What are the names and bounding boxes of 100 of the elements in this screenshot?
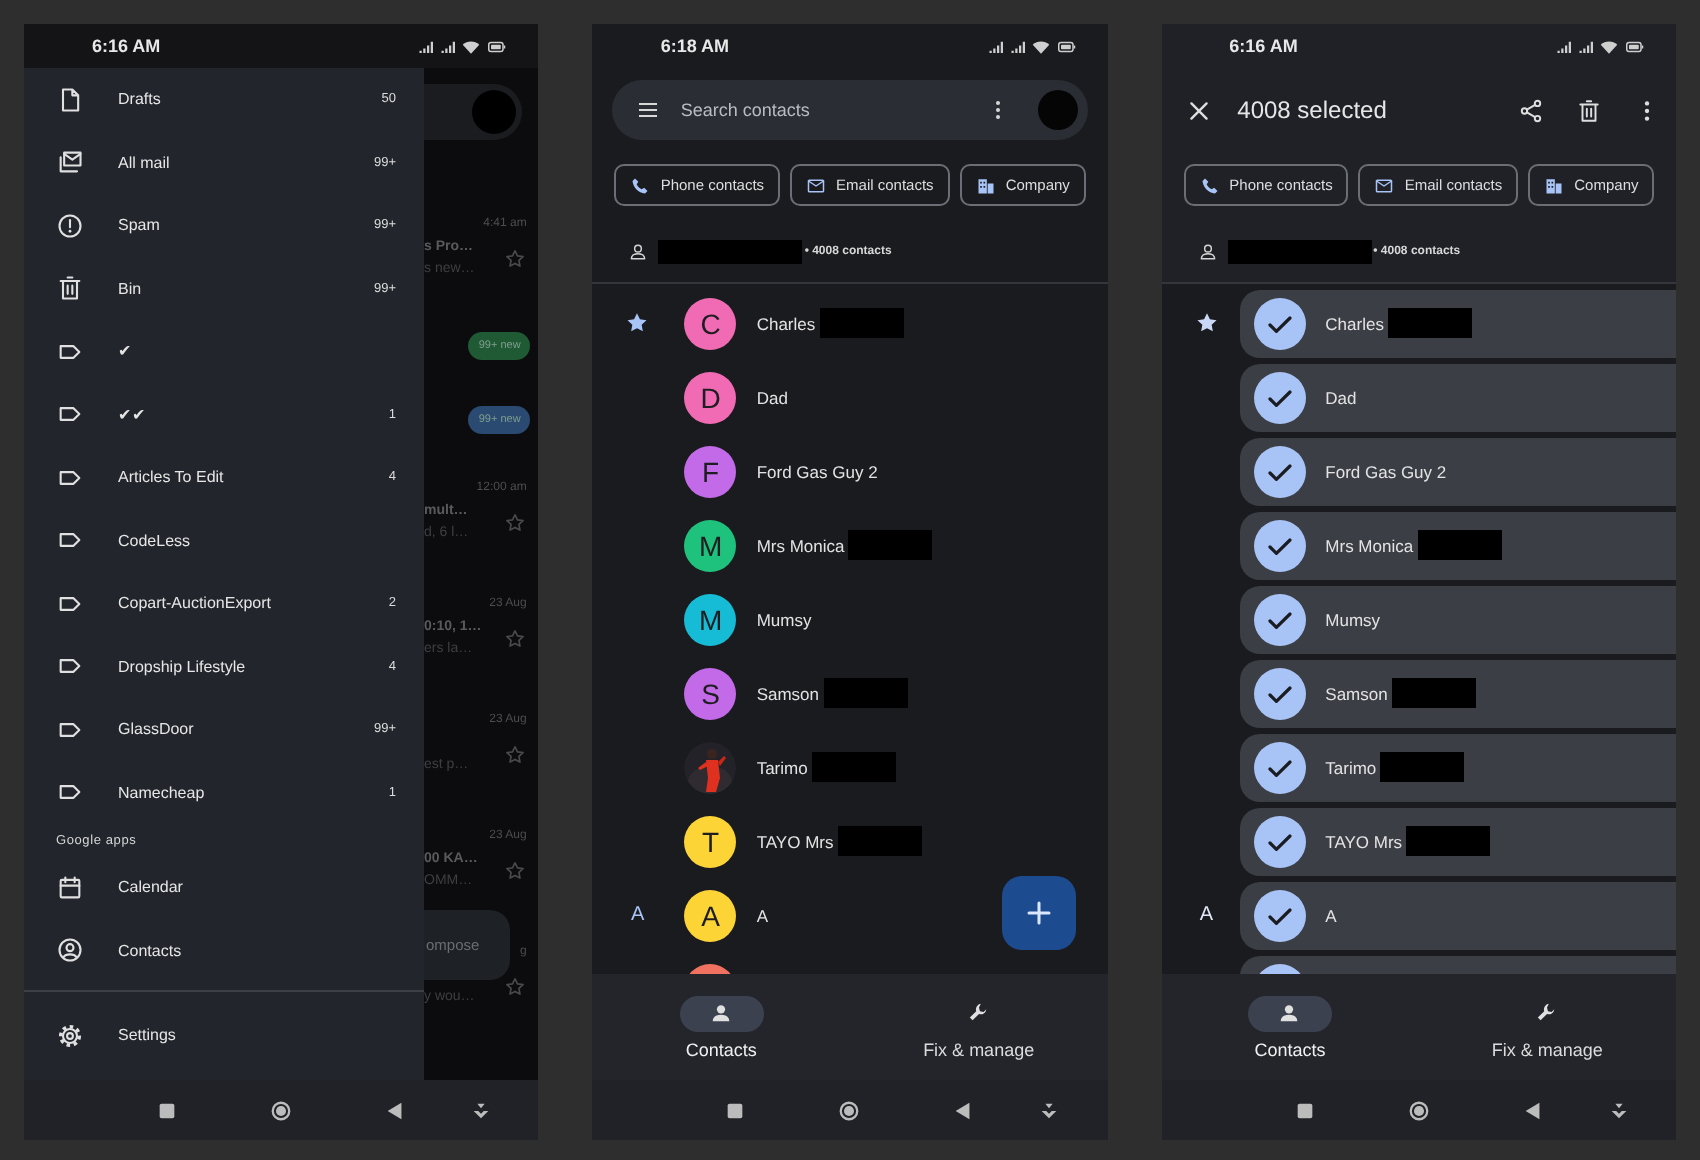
battery-icon bbox=[1621, 37, 1648, 55]
building-icon bbox=[1544, 175, 1565, 195]
contact-row[interactable]: Dad bbox=[1239, 363, 1676, 431]
contact-row[interactable]: Mumsy bbox=[1239, 585, 1676, 653]
contact-name: Mumsy bbox=[1325, 609, 1381, 629]
wifi-icon bbox=[1031, 37, 1050, 55]
contact-row[interactable]: TAYO Mrs bbox=[1239, 807, 1676, 875]
home-button-icon[interactable] bbox=[1407, 1099, 1430, 1121]
drawer-item-label: Spam bbox=[118, 216, 160, 235]
plus-icon bbox=[1024, 898, 1055, 928]
star-icon[interactable] bbox=[504, 511, 527, 533]
contact-row[interactable]: Mrs Monica bbox=[1239, 511, 1676, 579]
drawer-item-label: ✔ bbox=[118, 342, 132, 361]
clock-time: 6:16 AM bbox=[1229, 36, 1298, 56]
down-arrow-icon[interactable] bbox=[1038, 1099, 1061, 1121]
phone-icon bbox=[1199, 175, 1220, 195]
signal-icon bbox=[1009, 37, 1028, 55]
letter-avatar: M bbox=[684, 519, 737, 571]
star-icon[interactable] bbox=[504, 627, 527, 649]
home-button-icon[interactable] bbox=[270, 1099, 292, 1121]
drawer-item-label: Settings bbox=[118, 1026, 176, 1045]
recents-button-icon[interactable] bbox=[724, 1099, 747, 1121]
back-button-icon[interactable] bbox=[1521, 1099, 1544, 1121]
letter-avatar: T bbox=[684, 815, 737, 867]
contact-row[interactable]: Samson bbox=[1239, 659, 1676, 727]
contact-row[interactable]: Ford Gas Guy 2 bbox=[1239, 437, 1676, 505]
close-icon[interactable] bbox=[1185, 97, 1212, 123]
nav-tab[interactable]: Fix & manage bbox=[1418, 974, 1676, 1080]
drawer-item-label: Dropship Lifestyle bbox=[118, 657, 246, 676]
drawer-item-label: Namecheap bbox=[118, 783, 205, 802]
signal-icon bbox=[1555, 37, 1574, 55]
warning-icon bbox=[56, 211, 84, 240]
person-icon bbox=[1197, 241, 1218, 261]
contact-name: Dad bbox=[756, 387, 788, 407]
letter-avatar: M bbox=[684, 593, 737, 645]
drawer-item-label: Articles To Edit bbox=[118, 468, 224, 487]
down-arrow-icon[interactable] bbox=[1607, 1099, 1630, 1121]
contact-name: Mumsy bbox=[756, 609, 812, 629]
star-icon[interactable] bbox=[504, 247, 527, 269]
signal-icon bbox=[987, 37, 1006, 55]
letter-avatar: S bbox=[684, 667, 737, 719]
drawer-item-label: CodeLess bbox=[118, 531, 191, 550]
contact-row[interactable]: A bbox=[1239, 881, 1676, 949]
back-button-icon[interactable] bbox=[952, 1099, 975, 1121]
contact-name: A bbox=[1325, 905, 1337, 925]
drawer-item-label: Contacts bbox=[118, 941, 182, 960]
person-icon bbox=[628, 241, 649, 261]
star-icon[interactable] bbox=[504, 743, 527, 765]
drawer-item[interactable]: Calendar bbox=[24, 856, 424, 919]
drawer-item[interactable]: CodeLess bbox=[24, 509, 424, 572]
recents-button-icon[interactable] bbox=[156, 1099, 178, 1121]
wifi-icon bbox=[462, 37, 481, 55]
letter-avatar: A bbox=[684, 889, 737, 941]
calendar-icon bbox=[56, 873, 84, 902]
contact-row[interactable]: Charles bbox=[1239, 289, 1676, 357]
person-icon bbox=[710, 1002, 733, 1024]
wrench-icon bbox=[967, 1002, 990, 1024]
search-field[interactable]: Search contacts bbox=[612, 80, 1088, 140]
trash-icon[interactable] bbox=[1575, 97, 1602, 123]
nav-tab[interactable]: Contacts bbox=[1161, 974, 1419, 1080]
drawer-item[interactable]: Settings bbox=[24, 1004, 424, 1067]
signal-icon bbox=[418, 37, 437, 55]
star-icon[interactable] bbox=[504, 975, 527, 997]
person-circle-icon bbox=[56, 936, 84, 965]
signal-icon bbox=[1577, 37, 1596, 55]
back-button-icon[interactable] bbox=[384, 1099, 406, 1121]
recents-button-icon[interactable] bbox=[1293, 1099, 1316, 1121]
nav-tab[interactable]: Contacts bbox=[592, 974, 850, 1080]
signal-icon bbox=[440, 37, 459, 55]
nav-tab[interactable]: Fix & manage bbox=[850, 974, 1108, 1080]
down-arrow-icon[interactable] bbox=[470, 1099, 492, 1121]
drawer-item-label: ✔✔ bbox=[118, 405, 146, 424]
drawer-item[interactable]: ✔ bbox=[24, 320, 424, 383]
battery-icon bbox=[484, 37, 511, 55]
letter-avatar: F bbox=[684, 445, 737, 497]
home-button-icon[interactable] bbox=[838, 1099, 861, 1121]
contact-name: Samson bbox=[1325, 683, 1388, 703]
share-icon[interactable] bbox=[1517, 97, 1544, 123]
drawer-item-label: Bin bbox=[118, 279, 142, 298]
drawer-item-label: Drafts bbox=[118, 90, 161, 109]
contact-name: Ford Gas Guy 2 bbox=[756, 461, 878, 481]
section-letter: A bbox=[630, 904, 645, 926]
contact-name: Mrs Monica bbox=[756, 535, 845, 555]
add-button[interactable] bbox=[1002, 876, 1077, 950]
drawer-item[interactable]: Contacts bbox=[24, 919, 424, 982]
letter-avatar: C bbox=[684, 297, 737, 349]
contact-name: Charles bbox=[756, 313, 816, 333]
contact-name: Ford Gas Guy 2 bbox=[1325, 461, 1447, 481]
clock-time: 6:18 AM bbox=[660, 36, 730, 56]
selection-title: 4008 selected bbox=[1237, 96, 1387, 124]
phone-icon bbox=[630, 175, 651, 195]
letter-avatar: D bbox=[684, 371, 737, 423]
contact-name: Tarimo bbox=[756, 757, 808, 777]
contact-name: Samson bbox=[756, 683, 820, 703]
wifi-icon bbox=[1599, 37, 1618, 55]
contact-name: TAYO Mrs bbox=[756, 831, 834, 851]
menu-icon[interactable] bbox=[636, 98, 661, 122]
star-icon[interactable] bbox=[504, 859, 527, 881]
wrench-icon bbox=[1536, 1002, 1559, 1024]
contact-row[interactable]: Tarimo bbox=[1239, 733, 1676, 801]
